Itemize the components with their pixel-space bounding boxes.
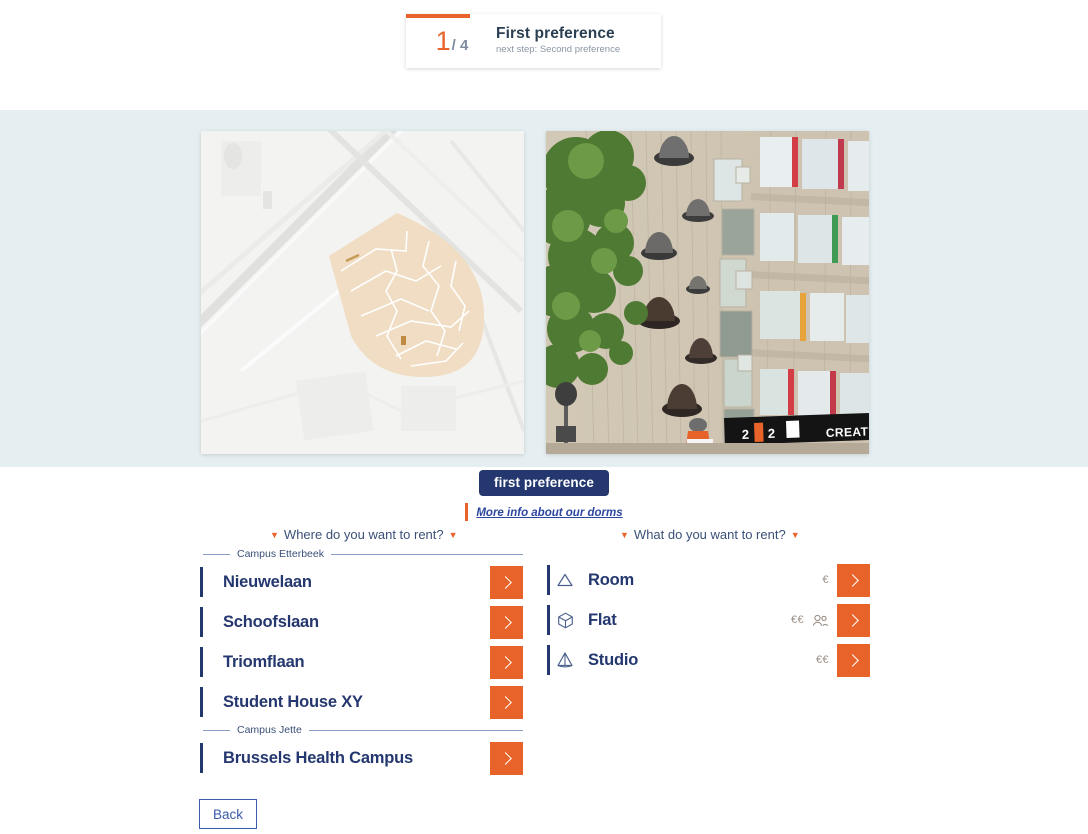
cube-icon bbox=[550, 612, 580, 629]
list-item[interactable]: Brussels Health Campus bbox=[200, 738, 523, 778]
building-graphic: 2 2 CREATIVITY bbox=[546, 131, 869, 454]
rental-type-meta-room: € bbox=[822, 574, 829, 586]
progress-bar-fill bbox=[406, 14, 470, 18]
price-indicator-room: € bbox=[822, 574, 829, 586]
select-rental-type-flat-button[interactable] bbox=[837, 603, 870, 637]
map-graphic bbox=[201, 131, 524, 454]
group-label-jette: Campus Jette bbox=[237, 724, 302, 736]
list-item[interactable]: Nieuwelaan bbox=[200, 562, 523, 602]
chevron-right-icon bbox=[498, 751, 512, 765]
list-item[interactable]: Room € bbox=[547, 560, 870, 600]
chevron-right-icon bbox=[845, 573, 859, 587]
list-item[interactable]: Studio €€ bbox=[547, 640, 870, 680]
svg-text:CREATIVITY: CREATIVITY bbox=[826, 423, 869, 440]
step-next-label: next step: Second preference bbox=[496, 44, 621, 55]
progress-bar-track bbox=[406, 14, 661, 18]
chevron-right-icon bbox=[498, 655, 512, 669]
caret-down-icon-left-b: ▼ bbox=[448, 529, 458, 540]
list-item[interactable]: Triomflaan bbox=[200, 642, 523, 682]
separator-line-end bbox=[330, 553, 523, 555]
rental-type-label-flat: Flat bbox=[588, 610, 617, 629]
chevron-right-icon bbox=[845, 653, 859, 667]
campus-map-thumbnail[interactable] bbox=[201, 131, 524, 454]
rental-type-label-room: Room bbox=[588, 570, 634, 589]
step-counter: 1/ 4 bbox=[406, 26, 492, 57]
preference-badge-row: first preference bbox=[0, 470, 1088, 496]
left-column-heading-label: Where do you want to rent? bbox=[283, 527, 444, 542]
people-icon bbox=[812, 614, 829, 627]
select-location-schoofslaan-button[interactable] bbox=[490, 605, 523, 639]
step-current: 1 bbox=[435, 25, 451, 56]
caret-down-icon-right-a: ▼ bbox=[620, 529, 629, 540]
chevron-right-icon bbox=[498, 615, 512, 629]
progress-card: 1/ 4 First preference next step: Second … bbox=[406, 14, 661, 68]
info-link-row: More info about our dorms bbox=[0, 503, 1088, 521]
right-column-heading: ▼ What do you want to rent? ▼ bbox=[620, 527, 800, 542]
select-location-student-house-xy-button[interactable] bbox=[490, 685, 523, 719]
price-indicator-flat: €€ bbox=[790, 614, 804, 626]
caret-down-icon-right-b: ▼ bbox=[790, 529, 800, 540]
location-list: Campus Etterbeek Nieuwelaan Schoofslaan … bbox=[200, 546, 523, 778]
location-label-student-house-xy: Student House XY bbox=[223, 692, 363, 711]
select-rental-type-studio-button[interactable] bbox=[837, 643, 870, 677]
location-label-schoofslaan: Schoofslaan bbox=[223, 612, 319, 631]
rental-type-meta-flat: €€ bbox=[791, 614, 829, 627]
price-indicator-studio: €€ bbox=[815, 654, 829, 666]
group-separator-etterbeek: Campus Etterbeek bbox=[203, 546, 523, 562]
chevron-right-icon bbox=[845, 613, 859, 627]
select-location-brussels-health-campus-button[interactable] bbox=[490, 741, 523, 775]
right-column-heading-label: What do you want to rent? bbox=[633, 527, 786, 542]
pyramid-icon bbox=[550, 651, 580, 669]
hero-band: 2 2 CREATIVITY bbox=[0, 110, 1088, 467]
step-title: First preference bbox=[496, 25, 615, 42]
caret-down-icon-left-a: ▼ bbox=[270, 529, 279, 540]
back-button[interactable]: Back bbox=[199, 799, 257, 829]
more-info-link[interactable]: More info about our dorms bbox=[476, 507, 622, 519]
step-info: First preference next step: Second prefe… bbox=[492, 25, 620, 57]
left-column-heading: ▼ Where do you want to rent? ▼ bbox=[270, 527, 458, 542]
info-link-wrapper: More info about our dorms bbox=[465, 503, 623, 521]
location-label-nieuwelaan: Nieuwelaan bbox=[223, 572, 312, 591]
select-location-nieuwelaan-button[interactable] bbox=[490, 565, 523, 599]
map-illustration bbox=[201, 131, 524, 454]
header-zone: 1/ 4 First preference next step: Second … bbox=[0, 0, 1088, 110]
chevron-right-icon bbox=[498, 695, 512, 709]
rental-type-label-studio: Studio bbox=[588, 650, 639, 669]
chevron-right-icon bbox=[498, 575, 512, 589]
list-item[interactable]: Flat €€ bbox=[547, 600, 870, 640]
select-location-triomflaan-button[interactable] bbox=[490, 645, 523, 679]
location-label-brussels-health-campus: Brussels Health Campus bbox=[223, 748, 413, 767]
rental-type-list: Room € Flat €€ Studio €€ bbox=[547, 560, 870, 680]
building-illustration: 2 2 CREATIVITY bbox=[546, 131, 869, 454]
location-label-triomflaan: Triomflaan bbox=[223, 652, 305, 671]
step-total: / 4 bbox=[451, 36, 469, 54]
triangle-icon bbox=[550, 573, 580, 587]
separator-line-start bbox=[203, 729, 230, 731]
separator-line-end bbox=[308, 729, 523, 731]
svg-text:2: 2 bbox=[742, 427, 750, 442]
select-rental-type-room-button[interactable] bbox=[837, 563, 870, 597]
separator-line-start bbox=[203, 553, 230, 555]
group-label-etterbeek: Campus Etterbeek bbox=[237, 548, 324, 560]
svg-text:2: 2 bbox=[768, 426, 776, 441]
dorm-building-thumbnail[interactable]: 2 2 CREATIVITY bbox=[546, 131, 869, 454]
rental-type-meta-studio: €€ bbox=[816, 654, 829, 666]
group-separator-jette: Campus Jette bbox=[203, 722, 523, 738]
list-item[interactable]: Student House XY bbox=[200, 682, 523, 722]
first-preference-badge: first preference bbox=[479, 470, 609, 496]
list-item[interactable]: Schoofslaan bbox=[200, 602, 523, 642]
